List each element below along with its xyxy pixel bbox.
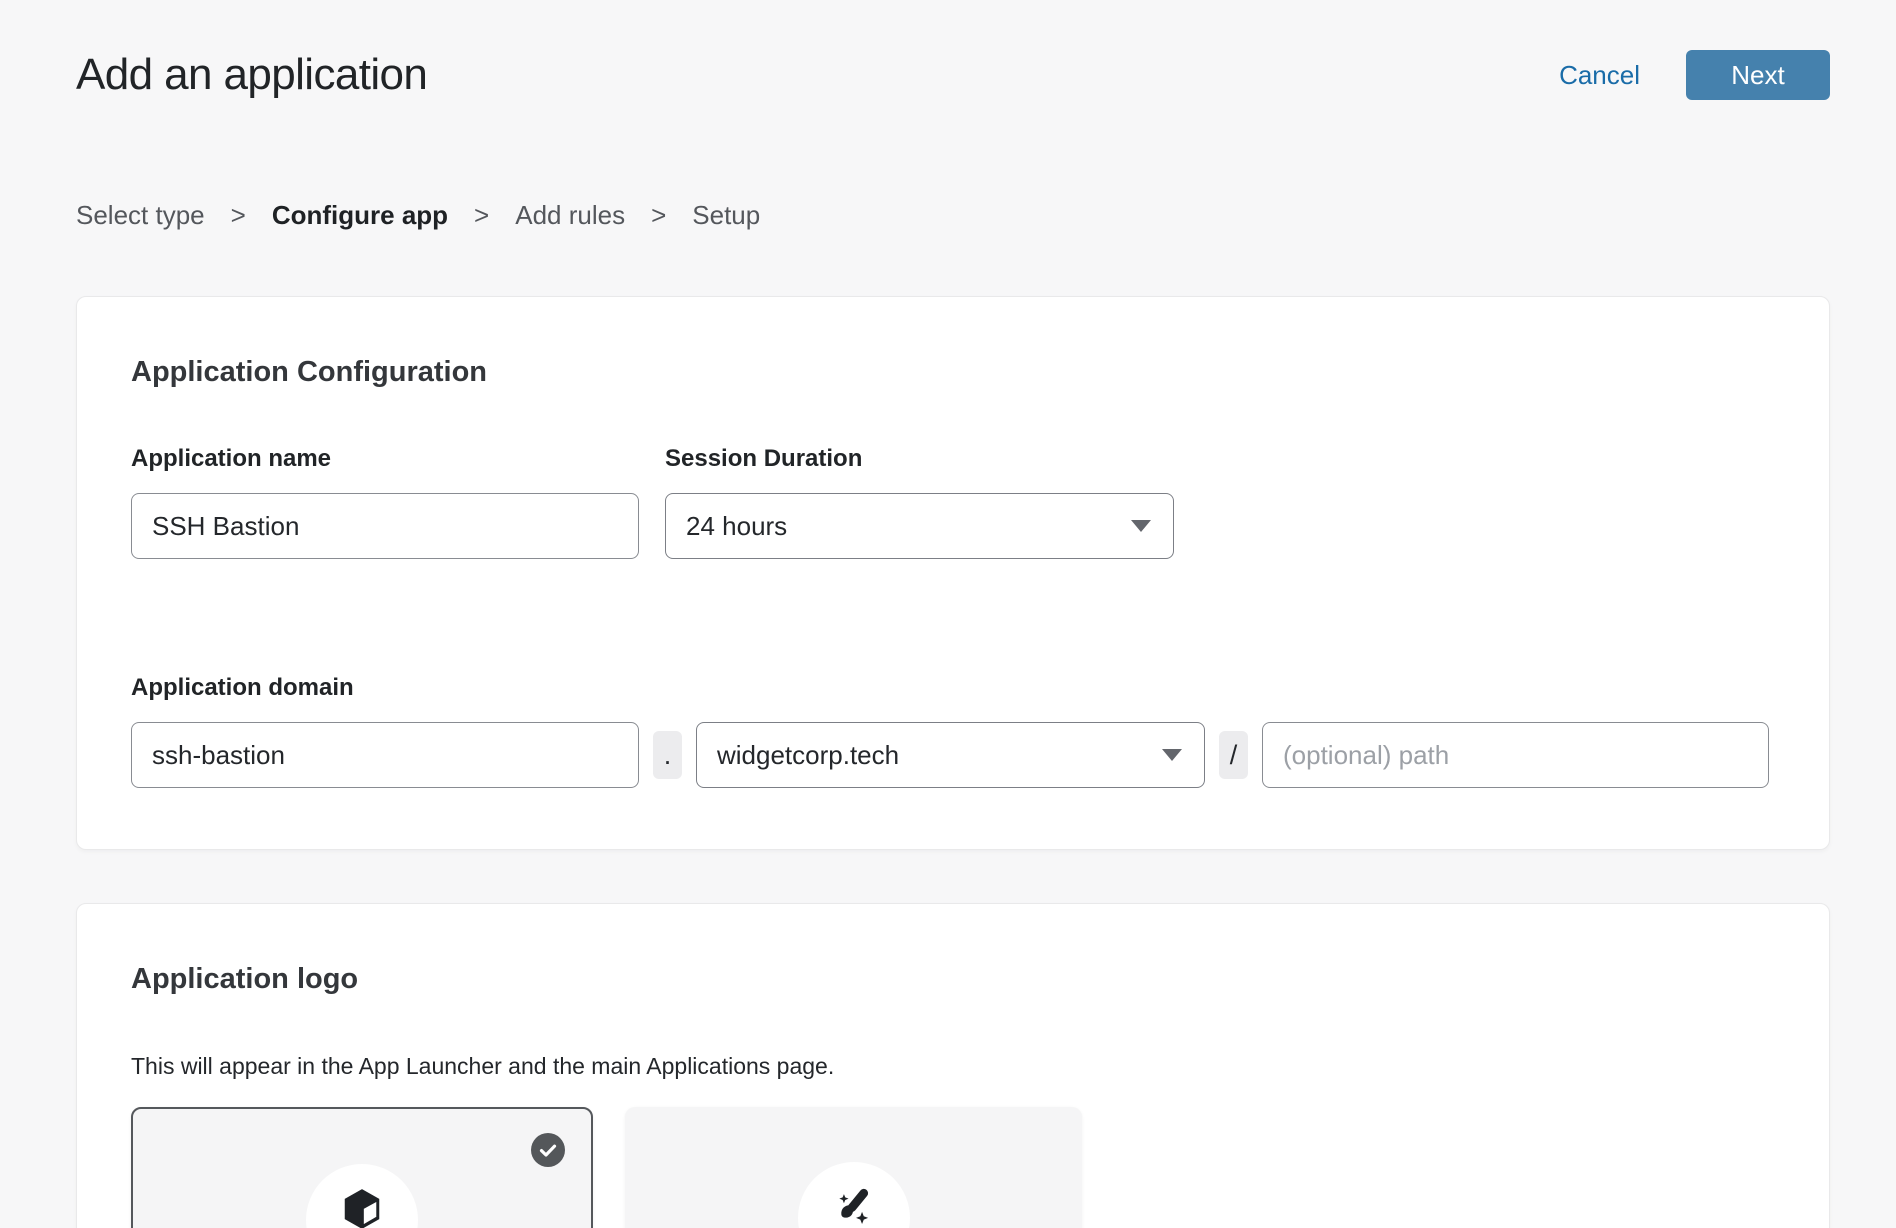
name-session-row: Application name Session Duration 24 hou…: [131, 445, 1775, 559]
breadcrumb-separator: >: [651, 200, 666, 231]
breadcrumb: Select type > Configure app > Add rules …: [76, 200, 1830, 231]
next-button[interactable]: Next: [1686, 50, 1830, 100]
page-header: Add an application Cancel Next: [76, 50, 1830, 100]
cube-icon: [339, 1186, 385, 1228]
header-actions: Cancel Next: [1559, 50, 1830, 100]
logo-icon-circle: [798, 1162, 910, 1228]
domain-select[interactable]: widgetcorp.tech: [696, 722, 1205, 788]
application-name-input[interactable]: [131, 493, 639, 559]
selected-check-icon: [531, 1133, 565, 1167]
application-name-field: Application name: [131, 445, 639, 559]
logo-option-custom[interactable]: [625, 1107, 1082, 1228]
application-logo-card: Application logo This will appear in the…: [76, 903, 1830, 1228]
dot-separator: .: [653, 731, 682, 779]
application-name-label: Application name: [131, 445, 639, 473]
path-input[interactable]: [1262, 722, 1769, 788]
application-configuration-card: Application Configuration Application na…: [76, 296, 1830, 850]
cancel-button[interactable]: Cancel: [1559, 60, 1640, 91]
breadcrumb-step-configure-app[interactable]: Configure app: [272, 200, 448, 231]
add-application-page: Add an application Cancel Next Select ty…: [0, 50, 1896, 1228]
application-logo-heading: Application logo: [131, 962, 1775, 996]
session-duration-field: Session Duration 24 hours: [665, 445, 1174, 559]
breadcrumb-step-select-type[interactable]: Select type: [76, 200, 205, 231]
logo-option-default[interactable]: [131, 1107, 593, 1228]
session-duration-value: 24 hours: [686, 511, 787, 542]
breadcrumb-step-setup[interactable]: Setup: [692, 200, 760, 231]
session-duration-label: Session Duration: [665, 445, 1174, 473]
breadcrumb-separator: >: [231, 200, 246, 231]
application-logo-description: This will appear in the App Launcher and…: [131, 1052, 1775, 1080]
page-title: Add an application: [76, 50, 427, 100]
application-domain-label: Application domain: [131, 674, 1775, 702]
chevron-down-icon: [1162, 749, 1182, 761]
session-duration-select[interactable]: 24 hours: [665, 493, 1174, 559]
domain-value: widgetcorp.tech: [717, 740, 899, 771]
application-configuration-heading: Application Configuration: [131, 355, 1775, 389]
slash-separator: /: [1219, 731, 1248, 779]
chevron-down-icon: [1131, 520, 1151, 532]
breadcrumb-separator: >: [474, 200, 489, 231]
logo-icon-circle: [306, 1164, 418, 1228]
breadcrumb-step-add-rules[interactable]: Add rules: [515, 200, 625, 231]
subdomain-input[interactable]: [131, 722, 639, 788]
logo-options: [131, 1107, 1775, 1228]
paintbrush-icon: [831, 1184, 877, 1228]
application-domain-row: . widgetcorp.tech /: [131, 722, 1775, 788]
